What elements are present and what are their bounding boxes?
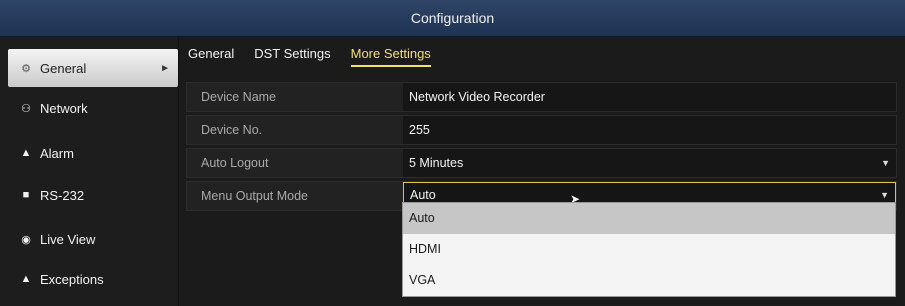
dropdown-option-hdmi[interactable]: HDMI	[403, 234, 895, 265]
tab-general[interactable]: General	[188, 46, 234, 65]
dropdown-option-vga[interactable]: VGA	[403, 265, 895, 296]
auto-logout-label: Auto Logout	[201, 156, 269, 170]
sidebar-item-label: Alarm	[40, 145, 74, 161]
tab-more-settings[interactable]: More Settings	[350, 46, 431, 67]
chevron-right-icon: ►	[160, 62, 170, 74]
device-name-label: Device Name	[201, 90, 277, 104]
window-title: Configuration	[410, 10, 495, 26]
sidebar-item-rs-232[interactable]: ■ RS-232	[8, 176, 178, 214]
window-title-bar: Configuration	[0, 0, 905, 37]
auto-logout-row: Auto Logout 5 Minutes ▼	[186, 148, 897, 178]
menu-output-mode-value: Auto	[410, 188, 436, 202]
sidebar-item-exceptions[interactable]: ▲ Exceptions	[8, 260, 178, 298]
sidebar-item-network[interactable]: ⚇ Network	[8, 89, 178, 127]
tab-dst-settings[interactable]: DST Settings	[254, 46, 330, 65]
warning-icon: ▲	[20, 273, 32, 285]
device-no-row: Device No. 255	[186, 115, 897, 145]
device-name-field[interactable]: Network Video Recorder	[403, 83, 896, 111]
sidebar-item-general[interactable]: ⚙ General ►	[8, 49, 178, 87]
menu-output-mode-label: Menu Output Mode	[201, 189, 309, 203]
eye-icon: ◉	[21, 233, 31, 246]
chevron-down-icon: ▼	[881, 158, 890, 168]
sidebar: ⚙ General ► ⚇ Network ▲ Alarm ■ RS-232 ◉…	[0, 37, 179, 306]
sidebar-item-label: Exceptions	[40, 271, 104, 287]
gear-icon: ⚙	[21, 62, 31, 75]
sidebar-item-label: General	[40, 60, 87, 76]
sidebar-item-label: RS-232	[40, 187, 85, 203]
menu-output-mode-dropdown: Auto HDMI VGA	[402, 202, 896, 297]
network-icon: ⚇	[21, 102, 31, 115]
sidebar-item-alarm[interactable]: ▲ Alarm	[8, 134, 178, 172]
device-no-field[interactable]: 255	[403, 116, 896, 144]
dropdown-option-auto[interactable]: Auto	[403, 203, 895, 234]
plug-icon: ■	[22, 189, 30, 201]
sidebar-item-label: Network	[40, 100, 88, 116]
device-name-row: Device Name Network Video Recorder	[186, 82, 897, 112]
bell-icon: ▲	[20, 147, 32, 159]
auto-logout-select[interactable]: 5 Minutes ▼	[403, 149, 896, 177]
configuration-window: Configuration ⚙ General ► ⚇ Network ▲ Al…	[0, 0, 905, 306]
sidebar-item-label: Live View	[40, 231, 96, 247]
device-no-label: Device No.	[201, 123, 263, 137]
settings-tabs: General DST Settings More Settings	[188, 46, 451, 70]
settings-form: Device Name Network Video Recorder Devic…	[186, 82, 897, 214]
sidebar-item-live-view[interactable]: ◉ Live View	[8, 220, 178, 258]
auto-logout-value: 5 Minutes	[409, 156, 464, 170]
